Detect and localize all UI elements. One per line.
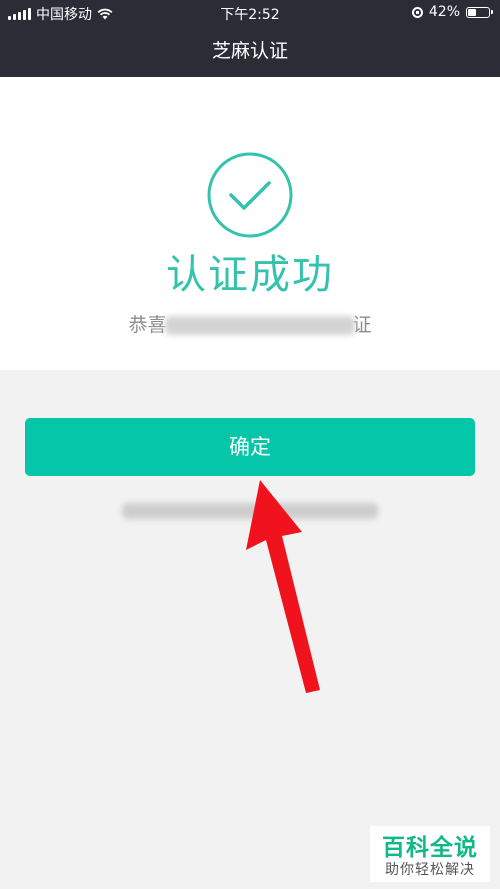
blurred-text bbox=[164, 316, 355, 335]
page-title: 芝麻认证 bbox=[211, 40, 288, 62]
orientation-lock-icon bbox=[411, 6, 423, 18]
red-arrow-annotation bbox=[246, 480, 320, 693]
battery-fill bbox=[468, 8, 476, 16]
status-right: 42% bbox=[411, 4, 493, 20]
watermark-main: 百科全说 bbox=[382, 835, 478, 861]
watermark: 百科全说 助你轻松解决 bbox=[370, 826, 490, 882]
watermark-sub: 助你轻松解决 bbox=[385, 862, 475, 878]
subtitle-suffix: 证 bbox=[352, 314, 372, 336]
check-circle-icon bbox=[207, 152, 293, 238]
status-bar: 中国移动 下午2:52 42% bbox=[0, 0, 500, 26]
confirm-button[interactable]: 确定 bbox=[25, 418, 475, 476]
result-title: 认证成功 bbox=[166, 252, 334, 298]
nav-bar: 芝麻认证 bbox=[0, 26, 500, 77]
subtitle-prefix: 恭喜 bbox=[128, 314, 167, 336]
result-card: 认证成功 恭喜 证 bbox=[0, 77, 500, 370]
battery-percent: 42% bbox=[428, 4, 460, 20]
result-subtitle: 恭喜 证 bbox=[0, 310, 500, 337]
battery-icon bbox=[466, 6, 493, 18]
